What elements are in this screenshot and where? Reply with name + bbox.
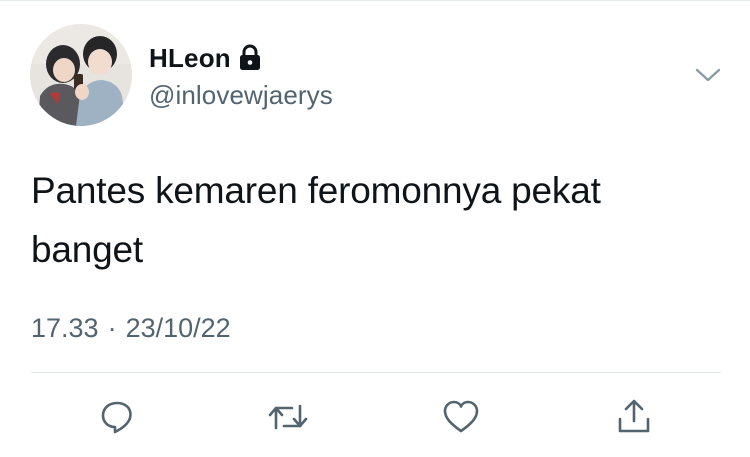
display-name[interactable]: HLeon xyxy=(149,43,231,74)
reply-icon xyxy=(98,398,136,436)
share-icon xyxy=(614,397,654,437)
like-button[interactable] xyxy=(440,396,482,438)
lock-icon xyxy=(238,44,262,72)
meta-separator: · xyxy=(107,313,117,343)
tweet-timestamp[interactable]: 17.33 · 23/10/22 xyxy=(31,313,231,344)
share-button[interactable] xyxy=(613,396,655,438)
tweet-text: Pantes kemaren feromonnya pekat banget xyxy=(31,170,601,270)
actions-divider xyxy=(31,372,721,373)
chevron-down-icon[interactable] xyxy=(693,62,723,86)
heart-icon xyxy=(441,398,481,436)
author-name-row: HLeon xyxy=(149,42,262,74)
avatar[interactable] xyxy=(30,24,132,126)
tweet-time: 17.33 xyxy=(31,313,99,343)
reply-button[interactable] xyxy=(96,396,138,438)
top-divider xyxy=(0,0,750,1)
avatar-photo xyxy=(30,24,132,126)
retweet-button[interactable] xyxy=(267,396,309,438)
tweet-date: 23/10/22 xyxy=(125,313,231,343)
author-handle[interactable]: @inlovewjaerys xyxy=(149,80,333,111)
retweet-icon xyxy=(266,398,310,436)
